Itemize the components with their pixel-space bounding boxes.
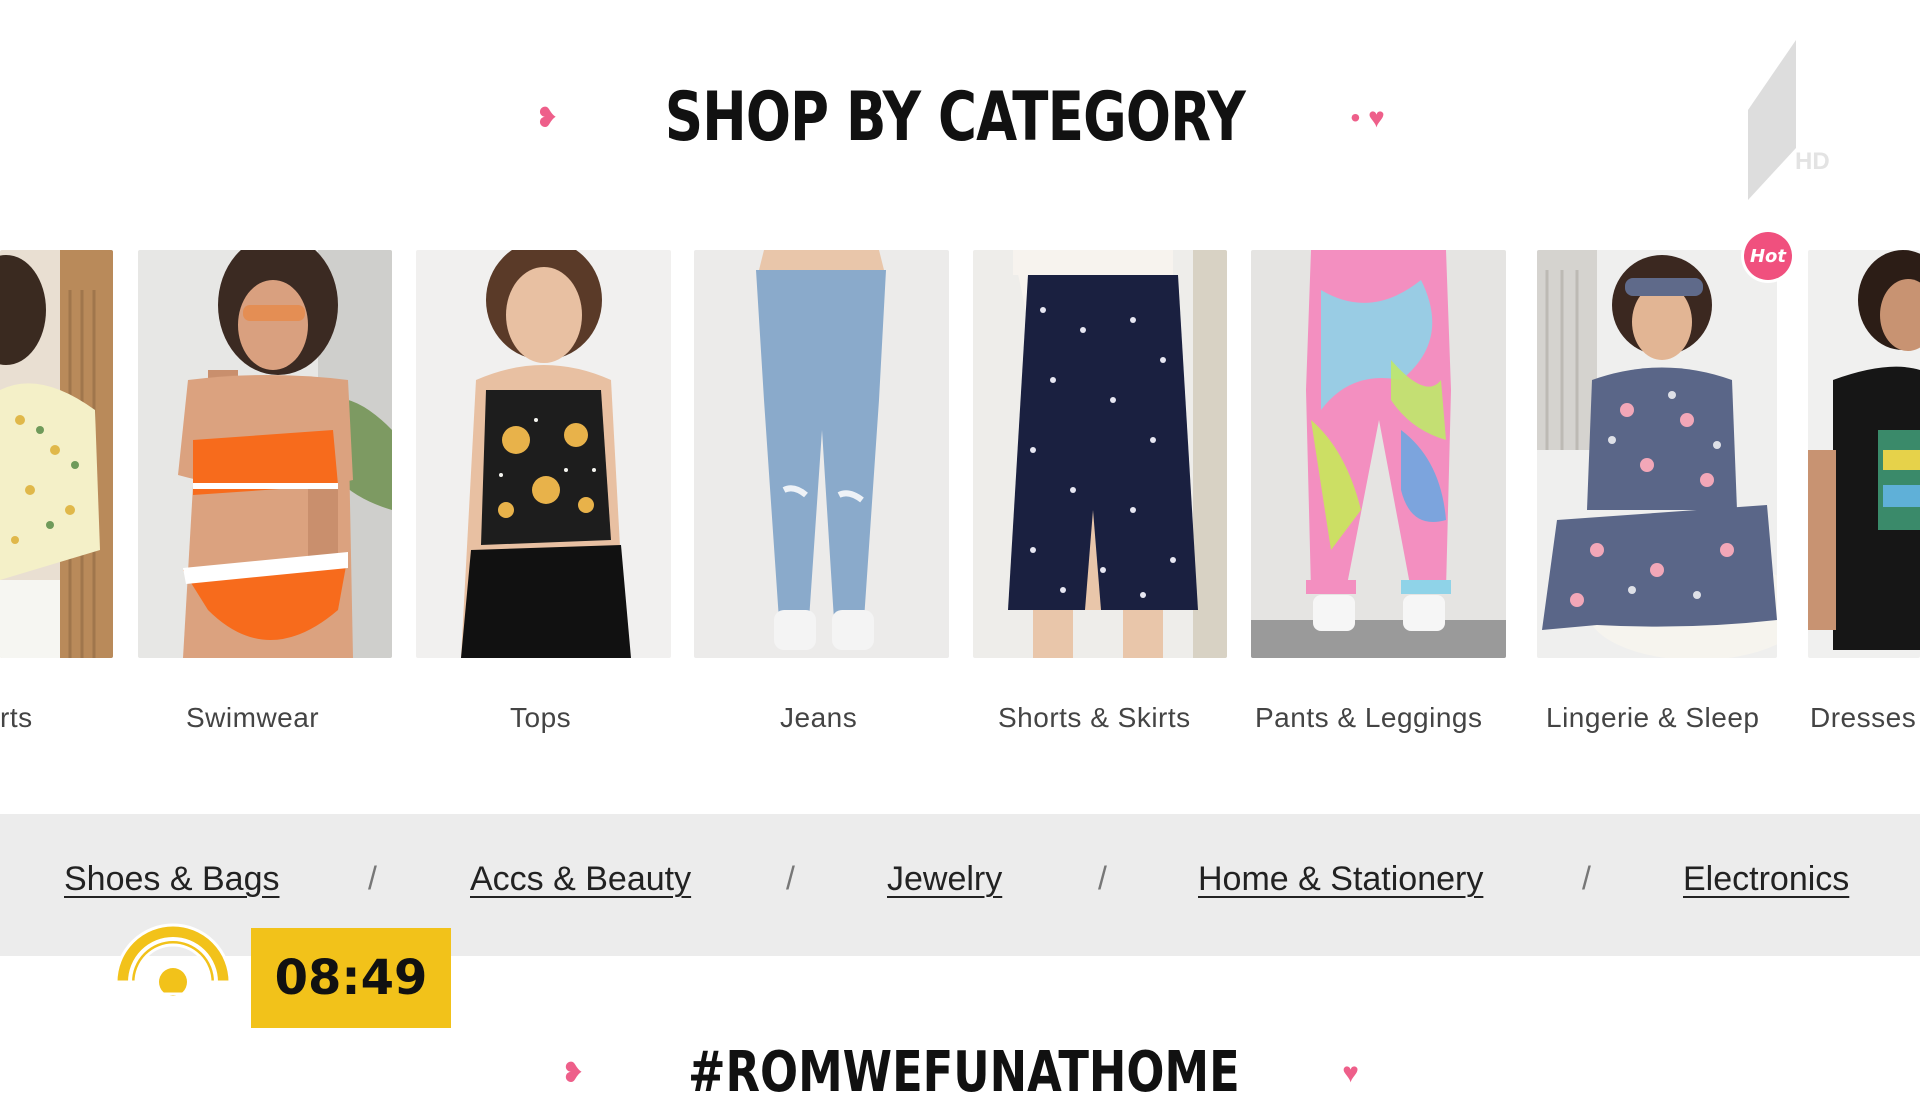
category-image-pants-leggings[interactable] (1251, 250, 1506, 658)
heart-icon: ♥ (1342, 1056, 1359, 1088)
hot-badge: Hot (1744, 232, 1792, 280)
channel-logo: HD (1740, 40, 1850, 200)
category-image-tops[interactable] (416, 250, 671, 658)
heart-icon: ❥ (561, 1056, 585, 1088)
category-label[interactable]: rts (0, 702, 33, 734)
category-label[interactable]: Swimwear (186, 702, 319, 734)
section-heading: #ROMWEFUNATHOME (687, 1040, 1240, 1105)
category-label[interactable]: Lingerie & Sleep (1546, 702, 1759, 734)
channel-one-icon (1748, 40, 1796, 200)
category-carousel: rts Swimwear Tops Jeans Shorts & Skirts … (0, 232, 1920, 770)
category-label[interactable]: Pants & Leggings (1255, 702, 1483, 734)
category-image-shorts-skirts[interactable] (973, 250, 1227, 658)
section-title: ❥ SHOP BY CATEGORY • ♥ (0, 78, 1920, 157)
category-image-jeans[interactable] (694, 250, 949, 658)
subcat-link-shoes-bags[interactable]: Shoes & Bags (64, 860, 279, 899)
separator: / (1098, 860, 1107, 896)
subcat-link-electronics[interactable]: Electronics (1683, 860, 1849, 899)
heart-icon: ❥ (535, 101, 559, 133)
category-label[interactable]: Shorts & Skirts (998, 702, 1191, 734)
category-label[interactable]: Dresses (1810, 702, 1916, 734)
subcat-link-home-stationery[interactable]: Home & Stationery (1198, 860, 1483, 899)
clock-overlay: 08:49 (251, 928, 451, 1028)
separator: / (1582, 860, 1591, 896)
clock-time: 08:49 (274, 950, 428, 1006)
bottom-section-title: ❥ #ROMWEFUNATHOME ♥ (0, 1040, 1920, 1105)
separator: / (368, 860, 377, 896)
separator: / (786, 860, 795, 896)
category-image-dresses[interactable] (1808, 250, 1920, 658)
hd-badge: HD (1795, 148, 1830, 175)
page-title: SHOP BY CATEGORY (664, 78, 1246, 157)
tv-show-logo (108, 912, 238, 1038)
heart-icon: • ♥ (1350, 101, 1385, 133)
category-label[interactable]: Jeans (780, 702, 857, 734)
category-image-lingerie-sleep[interactable] (1537, 250, 1777, 658)
sun-logo-icon (114, 923, 232, 1034)
category-label[interactable]: Tops (510, 702, 571, 734)
category-image-shirts[interactable] (0, 250, 113, 658)
category-image-swimwear[interactable] (138, 250, 392, 658)
subcat-link-accs-beauty[interactable]: Accs & Beauty (470, 860, 691, 899)
subcat-link-jewelry[interactable]: Jewelry (887, 860, 1002, 899)
